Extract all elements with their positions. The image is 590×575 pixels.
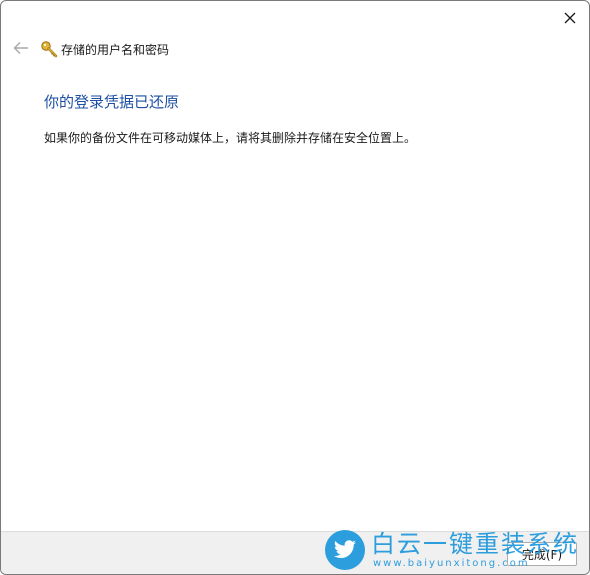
close-button[interactable] <box>555 5 585 31</box>
info-message: 如果你的备份文件在可移动媒体上，请将其删除并存储在安全位置上。 <box>44 131 417 145</box>
dialog-footer: 完成(F) <box>1 531 589 574</box>
close-icon <box>564 9 576 28</box>
credential-manager-window: 存储的用户名和密码 你的登录凭据已还原 如果你的备份文件在可移动媒体上，请将其删… <box>0 0 590 575</box>
window-title: 存储的用户名和密码 <box>61 42 170 57</box>
back-arrow-icon <box>13 40 29 59</box>
page-heading: 你的登录凭据已还原 <box>44 93 180 111</box>
back-button[interactable] <box>10 38 32 60</box>
key-icon <box>39 39 59 59</box>
dialog-header: 存储的用户名和密码 <box>1 31 589 67</box>
finish-button[interactable]: 完成(F) <box>507 542 577 566</box>
